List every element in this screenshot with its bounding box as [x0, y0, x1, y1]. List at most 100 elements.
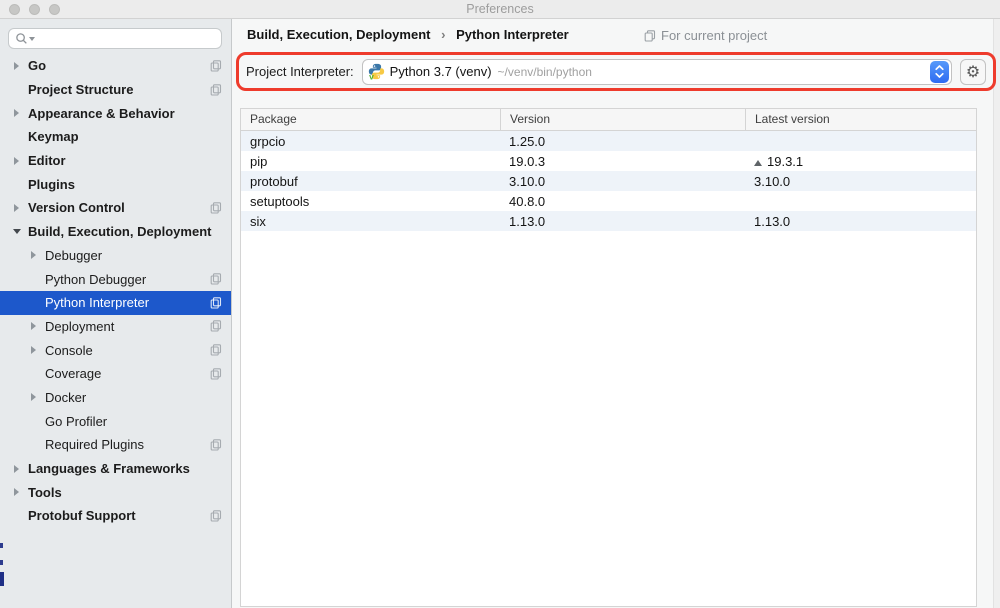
sidebar-item-project-structure[interactable]: Project Structure	[0, 78, 231, 102]
per-project-icon	[210, 273, 222, 285]
package-row-six[interactable]: six1.13.01.13.0	[241, 211, 976, 231]
breadcrumb-segment[interactable]: Build, Execution, Deployment	[247, 27, 430, 42]
svg-text:v: v	[369, 71, 374, 80]
sidebar-item-docker[interactable]: Docker	[0, 386, 231, 410]
sidebar-item-label: Build, Execution, Deployment	[28, 224, 211, 239]
sidebar-item-go[interactable]: Go	[0, 54, 231, 78]
package-row-grpcio[interactable]: grpcio1.25.0	[241, 131, 976, 151]
arrow-spacer	[28, 439, 39, 450]
current-project-icon	[644, 30, 656, 42]
interpreter-name: Python 3.7 (venv)	[390, 64, 492, 79]
sidebar-item-python-interpreter[interactable]: Python Interpreter	[0, 291, 231, 315]
chevron-collapsed-icon[interactable]	[11, 155, 22, 166]
window-right-gutter	[993, 19, 1000, 608]
package-name: six	[241, 214, 500, 229]
settings-search-field[interactable]	[8, 28, 222, 49]
zoom-window-button[interactable]	[49, 4, 60, 15]
settings-content: Build, Execution, Deployment › Python In…	[232, 19, 1000, 608]
sidebar-item-python-debugger[interactable]: Python Debugger	[0, 267, 231, 291]
scope-label: For current project	[661, 28, 767, 43]
chevron-collapsed-icon[interactable]	[11, 60, 22, 71]
arrow-spacer	[11, 131, 22, 142]
sidebar-item-label: Editor	[28, 153, 66, 168]
per-project-icon	[210, 202, 222, 214]
search-input[interactable]	[39, 32, 215, 46]
package-table-header: Package Version Latest version	[241, 109, 976, 131]
chevron-collapsed-icon[interactable]	[11, 108, 22, 119]
sidebar-item-build-execution-deployment[interactable]: Build, Execution, Deployment	[0, 220, 231, 244]
per-project-icon	[210, 368, 222, 380]
arrow-spacer	[11, 510, 22, 521]
package-row-pip[interactable]: pip19.0.319.3.1	[241, 151, 976, 171]
package-version: 40.8.0	[500, 194, 745, 209]
sidebar-item-label: Required Plugins	[45, 437, 144, 452]
python-venv-icon: v	[368, 63, 385, 80]
sidebar-item-protobuf-support[interactable]: Protobuf Support	[0, 504, 231, 528]
sidebar-item-label: Tools	[28, 485, 62, 500]
sidebar-item-tools[interactable]: Tools	[0, 480, 231, 504]
chevron-collapsed-icon[interactable]	[11, 202, 22, 213]
package-version: 1.13.0	[500, 214, 745, 229]
per-project-icon	[210, 439, 222, 451]
breadcrumb-segment[interactable]: Python Interpreter	[456, 27, 569, 42]
title-bar: Preferences	[0, 0, 1000, 19]
sidebar-item-editor[interactable]: Editor	[0, 149, 231, 173]
close-window-button[interactable]	[9, 4, 20, 15]
gear-icon: ⚙	[966, 62, 980, 82]
interpreter-settings-button[interactable]: ⚙	[960, 59, 986, 85]
package-latest-version: 3.10.0	[745, 174, 976, 189]
per-project-icon	[210, 60, 222, 72]
sidebar-item-coverage[interactable]: Coverage	[0, 362, 231, 386]
package-version: 3.10.0	[500, 174, 745, 189]
package-name: pip	[241, 154, 500, 169]
minimize-window-button[interactable]	[29, 4, 40, 15]
sidebar-item-version-control[interactable]: Version Control	[0, 196, 231, 220]
chevron-collapsed-icon[interactable]	[11, 463, 22, 474]
background-artifact	[0, 572, 4, 586]
per-project-icon	[210, 297, 222, 309]
arrow-spacer	[11, 179, 22, 190]
chevron-collapsed-icon[interactable]	[28, 250, 39, 261]
chevron-collapsed-icon[interactable]	[11, 487, 22, 498]
sidebar-item-deployment[interactable]: Deployment	[0, 315, 231, 339]
breadcrumb: Build, Execution, Deployment › Python In…	[247, 27, 569, 42]
chevron-collapsed-icon[interactable]	[28, 321, 39, 332]
sidebar-item-label: Python Interpreter	[45, 295, 149, 310]
interpreter-select[interactable]: v Python 3.7 (venv) ~/venv/bin/python	[362, 59, 952, 85]
chevron-collapsed-icon[interactable]	[28, 392, 39, 403]
sidebar-item-keymap[interactable]: Keymap	[0, 125, 231, 149]
preferences-window: Preferences Go Project StructureAppearanc…	[0, 0, 1000, 608]
sidebar-item-go-profiler[interactable]: Go Profiler	[0, 409, 231, 433]
chevron-collapsed-icon[interactable]	[28, 345, 39, 356]
sidebar-item-debugger[interactable]: Debugger	[0, 244, 231, 268]
package-latest-version: 1.13.0	[745, 214, 976, 229]
column-header-version: Version	[500, 109, 745, 130]
sidebar-item-plugins[interactable]: Plugins	[0, 172, 231, 196]
upgrade-available-icon	[754, 160, 762, 166]
sidebar-item-console[interactable]: Console	[0, 338, 231, 362]
package-version: 19.0.3	[500, 154, 745, 169]
sidebar-item-label: Python Debugger	[45, 272, 146, 287]
sidebar-item-label: Protobuf Support	[28, 508, 136, 523]
sidebar-item-label: Languages & Frameworks	[28, 461, 190, 476]
search-icon	[15, 32, 28, 45]
package-name: setuptools	[241, 194, 500, 209]
arrow-spacer	[28, 368, 39, 379]
arrow-spacer	[28, 274, 39, 285]
dropdown-stepper-icon[interactable]	[930, 61, 949, 83]
package-table-body: grpcio1.25.0pip19.0.319.3.1protobuf3.10.…	[241, 131, 976, 231]
package-row-protobuf[interactable]: protobuf3.10.03.10.0	[241, 171, 976, 191]
sidebar-item-label: Go	[28, 58, 46, 73]
per-project-icon	[210, 510, 222, 522]
package-name: grpcio	[241, 134, 500, 149]
project-interpreter-label: Project Interpreter:	[246, 64, 354, 79]
sidebar-item-required-plugins[interactable]: Required Plugins	[0, 433, 231, 457]
per-project-icon	[210, 320, 222, 332]
chevron-expanded-icon[interactable]	[11, 226, 22, 237]
sidebar-item-label: Coverage	[45, 366, 101, 381]
sidebar-item-languages-frameworks[interactable]: Languages & Frameworks	[0, 457, 231, 481]
sidebar-item-appearance-behavior[interactable]: Appearance & Behavior	[0, 101, 231, 125]
package-latest-version: 19.3.1	[745, 154, 976, 169]
search-options-caret-icon[interactable]	[29, 37, 35, 41]
package-row-setuptools[interactable]: setuptools40.8.0	[241, 191, 976, 211]
